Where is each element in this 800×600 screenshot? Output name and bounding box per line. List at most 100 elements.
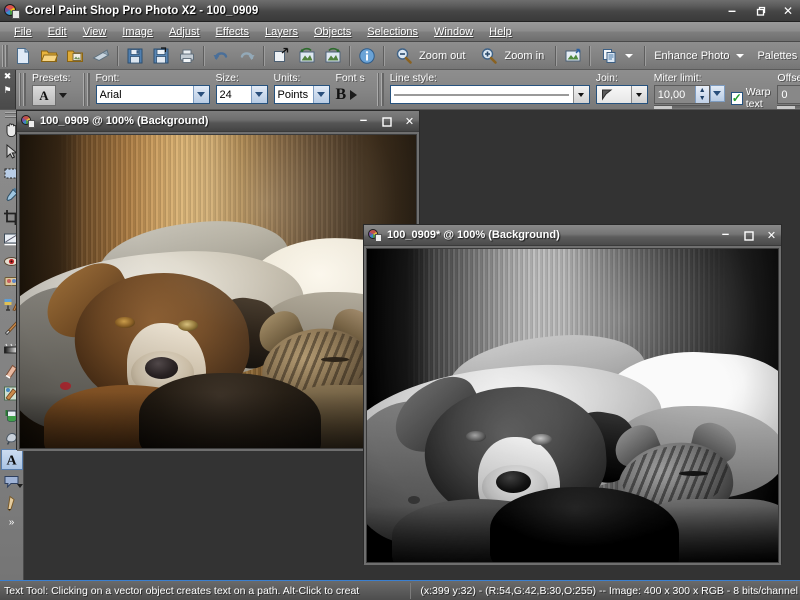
miter-limit-field: Miter limit: 10,00 ▲ ▼ bbox=[653, 72, 725, 109]
menu-image[interactable]: Image bbox=[114, 25, 161, 39]
menu-adjust[interactable]: Adjust bbox=[161, 25, 208, 39]
minimize-button[interactable]: – bbox=[724, 3, 740, 19]
warp-text-checkbox-row[interactable]: ✓ Warp text bbox=[730, 86, 772, 109]
font-field: Font: Arial bbox=[95, 72, 210, 104]
menu-edit-label: Edit bbox=[47, 25, 67, 38]
open-icon[interactable] bbox=[36, 44, 62, 68]
presets-group: Presets: A bbox=[29, 70, 80, 109]
options-grip-1[interactable] bbox=[19, 73, 26, 106]
options-close-icon[interactable]: ✖ bbox=[4, 72, 12, 81]
font-styles-expand-icon[interactable] bbox=[350, 89, 358, 100]
join-dropdown-icon[interactable] bbox=[630, 86, 647, 103]
preset-shape-submenu-icon[interactable] bbox=[16, 484, 23, 488]
image-window-1-title-bar[interactable]: 100_0909 @ 100% (Background) – ✕ bbox=[17, 111, 419, 132]
image-window-2-maximize[interactable] bbox=[742, 229, 755, 243]
pen-tool[interactable] bbox=[1, 493, 23, 514]
presets-caret-icon[interactable] bbox=[59, 93, 67, 98]
tool-palette-overflow-icon[interactable]: » bbox=[9, 517, 15, 528]
miter-limit-value: 10,00 bbox=[657, 88, 686, 101]
image-window-2-title-bar[interactable]: 100_0909* @ 100% (Background) – ✕ bbox=[364, 225, 781, 246]
status-cursor-image-info: (x:399 y:32) - (R:54,G:42,B:30,O:255) --… bbox=[420, 584, 798, 597]
font-combo[interactable]: Arial bbox=[95, 85, 210, 104]
font-dropdown-icon[interactable] bbox=[192, 86, 209, 103]
undo-icon[interactable] bbox=[208, 44, 234, 68]
image-window-2-close[interactable]: ✕ bbox=[765, 229, 778, 243]
size-combo[interactable]: 24 bbox=[215, 85, 268, 104]
toolbar-grip[interactable] bbox=[2, 44, 8, 67]
menu-effects[interactable]: Effects bbox=[208, 25, 257, 39]
menu-layers[interactable]: Layers bbox=[257, 25, 306, 39]
menu-edit[interactable]: Edit bbox=[40, 25, 75, 39]
line-style-combo[interactable] bbox=[389, 85, 590, 104]
zoom-out-label: Zoom out bbox=[419, 49, 466, 62]
image-window-1-maximize[interactable] bbox=[380, 115, 393, 129]
image-window-2[interactable]: 100_0909* @ 100% (Background) – ✕ bbox=[363, 224, 782, 565]
presets-button[interactable]: A bbox=[32, 85, 56, 106]
resize-icon[interactable] bbox=[268, 44, 294, 68]
image-window-1-title: 100_0909 @ 100% (Background) bbox=[40, 115, 209, 127]
options-grip-3[interactable] bbox=[376, 73, 384, 106]
image-window-2-title: 100_0909* @ 100% (Background) bbox=[387, 229, 560, 241]
preset-shape-tool[interactable] bbox=[1, 471, 23, 492]
toolbar-separator bbox=[263, 45, 265, 66]
enhance-photo-dropdown[interactable]: Enhance Photo bbox=[649, 45, 752, 67]
menu-bar: File Edit View Image Adjust Effects Laye… bbox=[0, 22, 800, 42]
join-combo[interactable] bbox=[595, 85, 648, 104]
menu-selections[interactable]: Selections bbox=[359, 25, 426, 39]
window-controls: – ✕ bbox=[724, 0, 796, 22]
close-button[interactable]: ✕ bbox=[780, 3, 796, 19]
image-canvas-2[interactable] bbox=[366, 248, 779, 563]
redo-icon[interactable] bbox=[234, 44, 260, 68]
units-combo[interactable]: Points bbox=[273, 85, 330, 104]
options-pin-icon[interactable]: ⚑ bbox=[3, 86, 11, 95]
status-hint: Text Tool: Clicking on a vector object c… bbox=[4, 584, 360, 597]
menu-view[interactable]: View bbox=[75, 25, 115, 39]
warp-text-checkbox[interactable]: ✓ bbox=[730, 91, 743, 105]
line-style-dropdown-icon[interactable] bbox=[572, 86, 589, 103]
line-style-field: Line style: bbox=[389, 72, 590, 104]
palettes-dropdown[interactable]: Palettes bbox=[752, 45, 800, 67]
save-as-icon[interactable] bbox=[148, 44, 174, 68]
menu-layers-label: Layers bbox=[264, 25, 298, 38]
miter-limit-slider[interactable] bbox=[653, 105, 710, 109]
menu-objects[interactable]: Objects bbox=[306, 25, 359, 39]
full-screen-preview-icon[interactable] bbox=[560, 44, 586, 68]
browse-icon[interactable] bbox=[62, 44, 88, 68]
print-icon[interactable] bbox=[174, 44, 200, 68]
bold-button[interactable]: B bbox=[336, 85, 347, 104]
miter-limit-stepper[interactable]: ▲ ▼ bbox=[694, 86, 709, 103]
rotate-left-icon[interactable] bbox=[294, 44, 320, 68]
image-window-2-minimize[interactable]: – bbox=[719, 226, 732, 243]
photo-dog-and-cat-color bbox=[20, 135, 416, 448]
save-icon[interactable] bbox=[122, 44, 148, 68]
rotate-right-icon[interactable] bbox=[320, 44, 346, 68]
text-tool[interactable]: A bbox=[0, 449, 23, 470]
image-canvas-1[interactable] bbox=[19, 134, 417, 449]
image-window-2-controls: – ✕ bbox=[719, 225, 778, 246]
font-group: Font: Arial Size: 24 Units: Points Font … bbox=[93, 70, 374, 109]
copy-paste-dropdown[interactable] bbox=[594, 42, 641, 70]
size-dropdown-icon[interactable] bbox=[250, 86, 267, 103]
menu-window[interactable]: Window bbox=[426, 25, 481, 39]
options-grip-2[interactable] bbox=[82, 73, 90, 106]
zoom-out-icon bbox=[391, 44, 417, 68]
miter-limit-spinbox[interactable]: 10,00 ▲ ▼ bbox=[653, 85, 710, 104]
units-dropdown-icon[interactable] bbox=[312, 86, 329, 103]
image-window-1-close[interactable]: ✕ bbox=[403, 115, 416, 129]
new-icon[interactable] bbox=[10, 44, 36, 68]
menu-file[interactable]: File bbox=[6, 25, 40, 39]
size-field: Size: 24 bbox=[215, 72, 268, 104]
font-value: Arial bbox=[99, 88, 122, 101]
scanner-icon[interactable] bbox=[88, 44, 114, 68]
menu-selections-label: Selections bbox=[367, 25, 419, 38]
offset-spinbox[interactable]: 0 ▲▼ bbox=[777, 85, 800, 104]
info-icon[interactable] bbox=[354, 44, 380, 68]
restore-button[interactable] bbox=[752, 3, 768, 19]
image-window-1-minimize[interactable]: – bbox=[357, 112, 370, 129]
menu-help[interactable]: Help bbox=[481, 25, 520, 39]
zoom-in-button[interactable]: Zoom in bbox=[473, 42, 552, 70]
image-window-1[interactable]: 100_0909 @ 100% (Background) – ✕ bbox=[16, 110, 420, 451]
miter-limit-dropdown-icon[interactable] bbox=[709, 85, 725, 102]
zoom-out-button[interactable]: Zoom out bbox=[388, 42, 473, 70]
offset-slider[interactable] bbox=[777, 105, 800, 109]
